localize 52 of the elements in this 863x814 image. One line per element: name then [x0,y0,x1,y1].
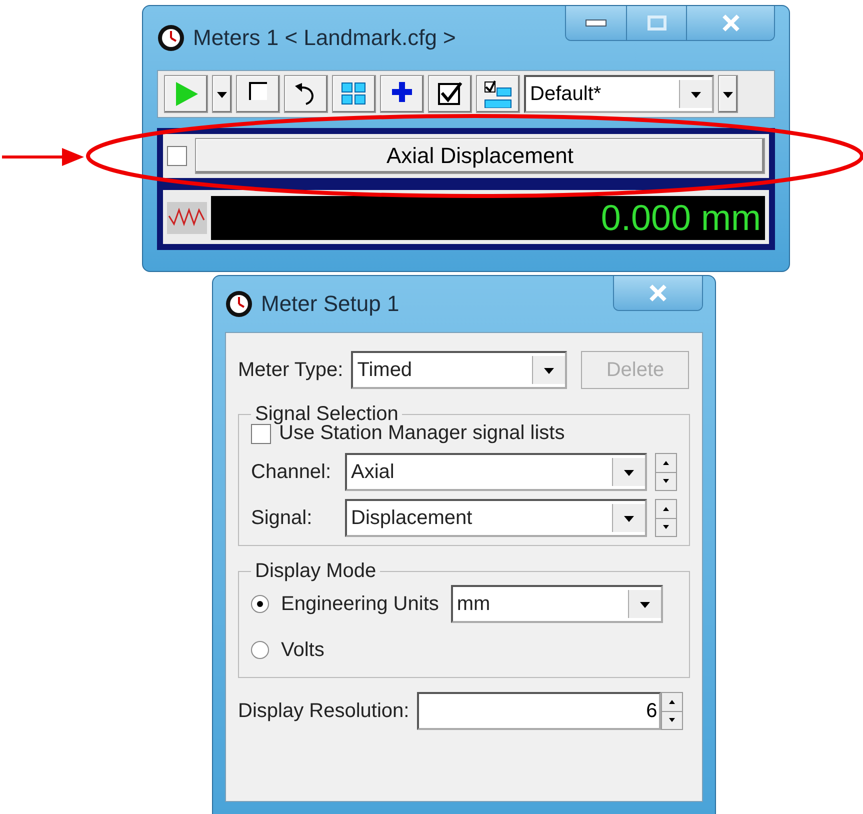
toolbar-button[interactable] [428,75,472,113]
caret-icon [215,89,229,99]
preset-dropdown[interactable]: Default* [524,75,714,113]
spin-buttons[interactable] [661,692,684,730]
field-label: Signal: [251,506,314,530]
down-arrow-icon[interactable] [663,525,669,530]
window-title: Meter Setup 1 [261,291,400,317]
dropdown-button[interactable] [718,75,738,113]
toolbar-button[interactable] [236,75,280,113]
minimize-icon[interactable] [585,18,607,28]
group-title: Signal Selection [254,403,400,425]
group-title: Display Mode [254,560,378,583]
caret-icon [622,513,636,523]
meter-reading: 0.000 mm [211,196,765,240]
window-title: Meters 1 < Landmark.cfg > [193,25,457,51]
channel-dropdown[interactable]: Axial [345,453,647,491]
option-label: Volts [281,638,324,662]
spin-buttons[interactable] [655,499,677,537]
caret-icon [638,599,652,609]
caret-icon [721,89,735,99]
toolbar-button[interactable] [380,75,424,113]
down-arrow-icon[interactable] [669,718,676,722]
option-label: Engineering Units [281,592,439,616]
toolbar-button[interactable] [476,75,520,113]
units-dropdown[interactable]: mm [450,585,663,623]
resolution-field[interactable]: 6 [417,692,662,730]
field-label: Meter Type: [238,358,344,382]
minimize-button[interactable] [566,6,626,40]
dropdown-button[interactable] [212,75,232,113]
checkbox-icon [437,80,463,108]
checkbox[interactable] [251,424,271,444]
toolbar-button[interactable] [332,75,376,113]
field-label: Channel: [251,460,332,484]
caret-icon [689,89,703,99]
signal-dropdown[interactable]: Displacement [345,499,647,537]
up-arrow-icon[interactable] [663,506,669,511]
checklist-icon [483,80,513,108]
spin-buttons[interactable] [655,453,677,491]
radio-button[interactable] [251,641,269,659]
up-arrow-icon[interactable] [669,700,676,704]
meter-name-button[interactable]: Axial Displacement [195,138,765,174]
field-label: Display Resolution: [238,700,410,722]
caret-icon [542,365,556,375]
down-arrow-icon[interactable] [663,479,669,484]
checkbox[interactable] [167,146,187,166]
meter-type-dropdown[interactable]: Timed [351,351,568,389]
up-arrow-icon[interactable] [663,460,669,465]
toolbar-button[interactable] [284,75,328,113]
clock-icon [157,24,185,52]
caret-icon [622,467,636,477]
radio-button[interactable] [251,595,269,613]
clock-icon [225,290,253,318]
